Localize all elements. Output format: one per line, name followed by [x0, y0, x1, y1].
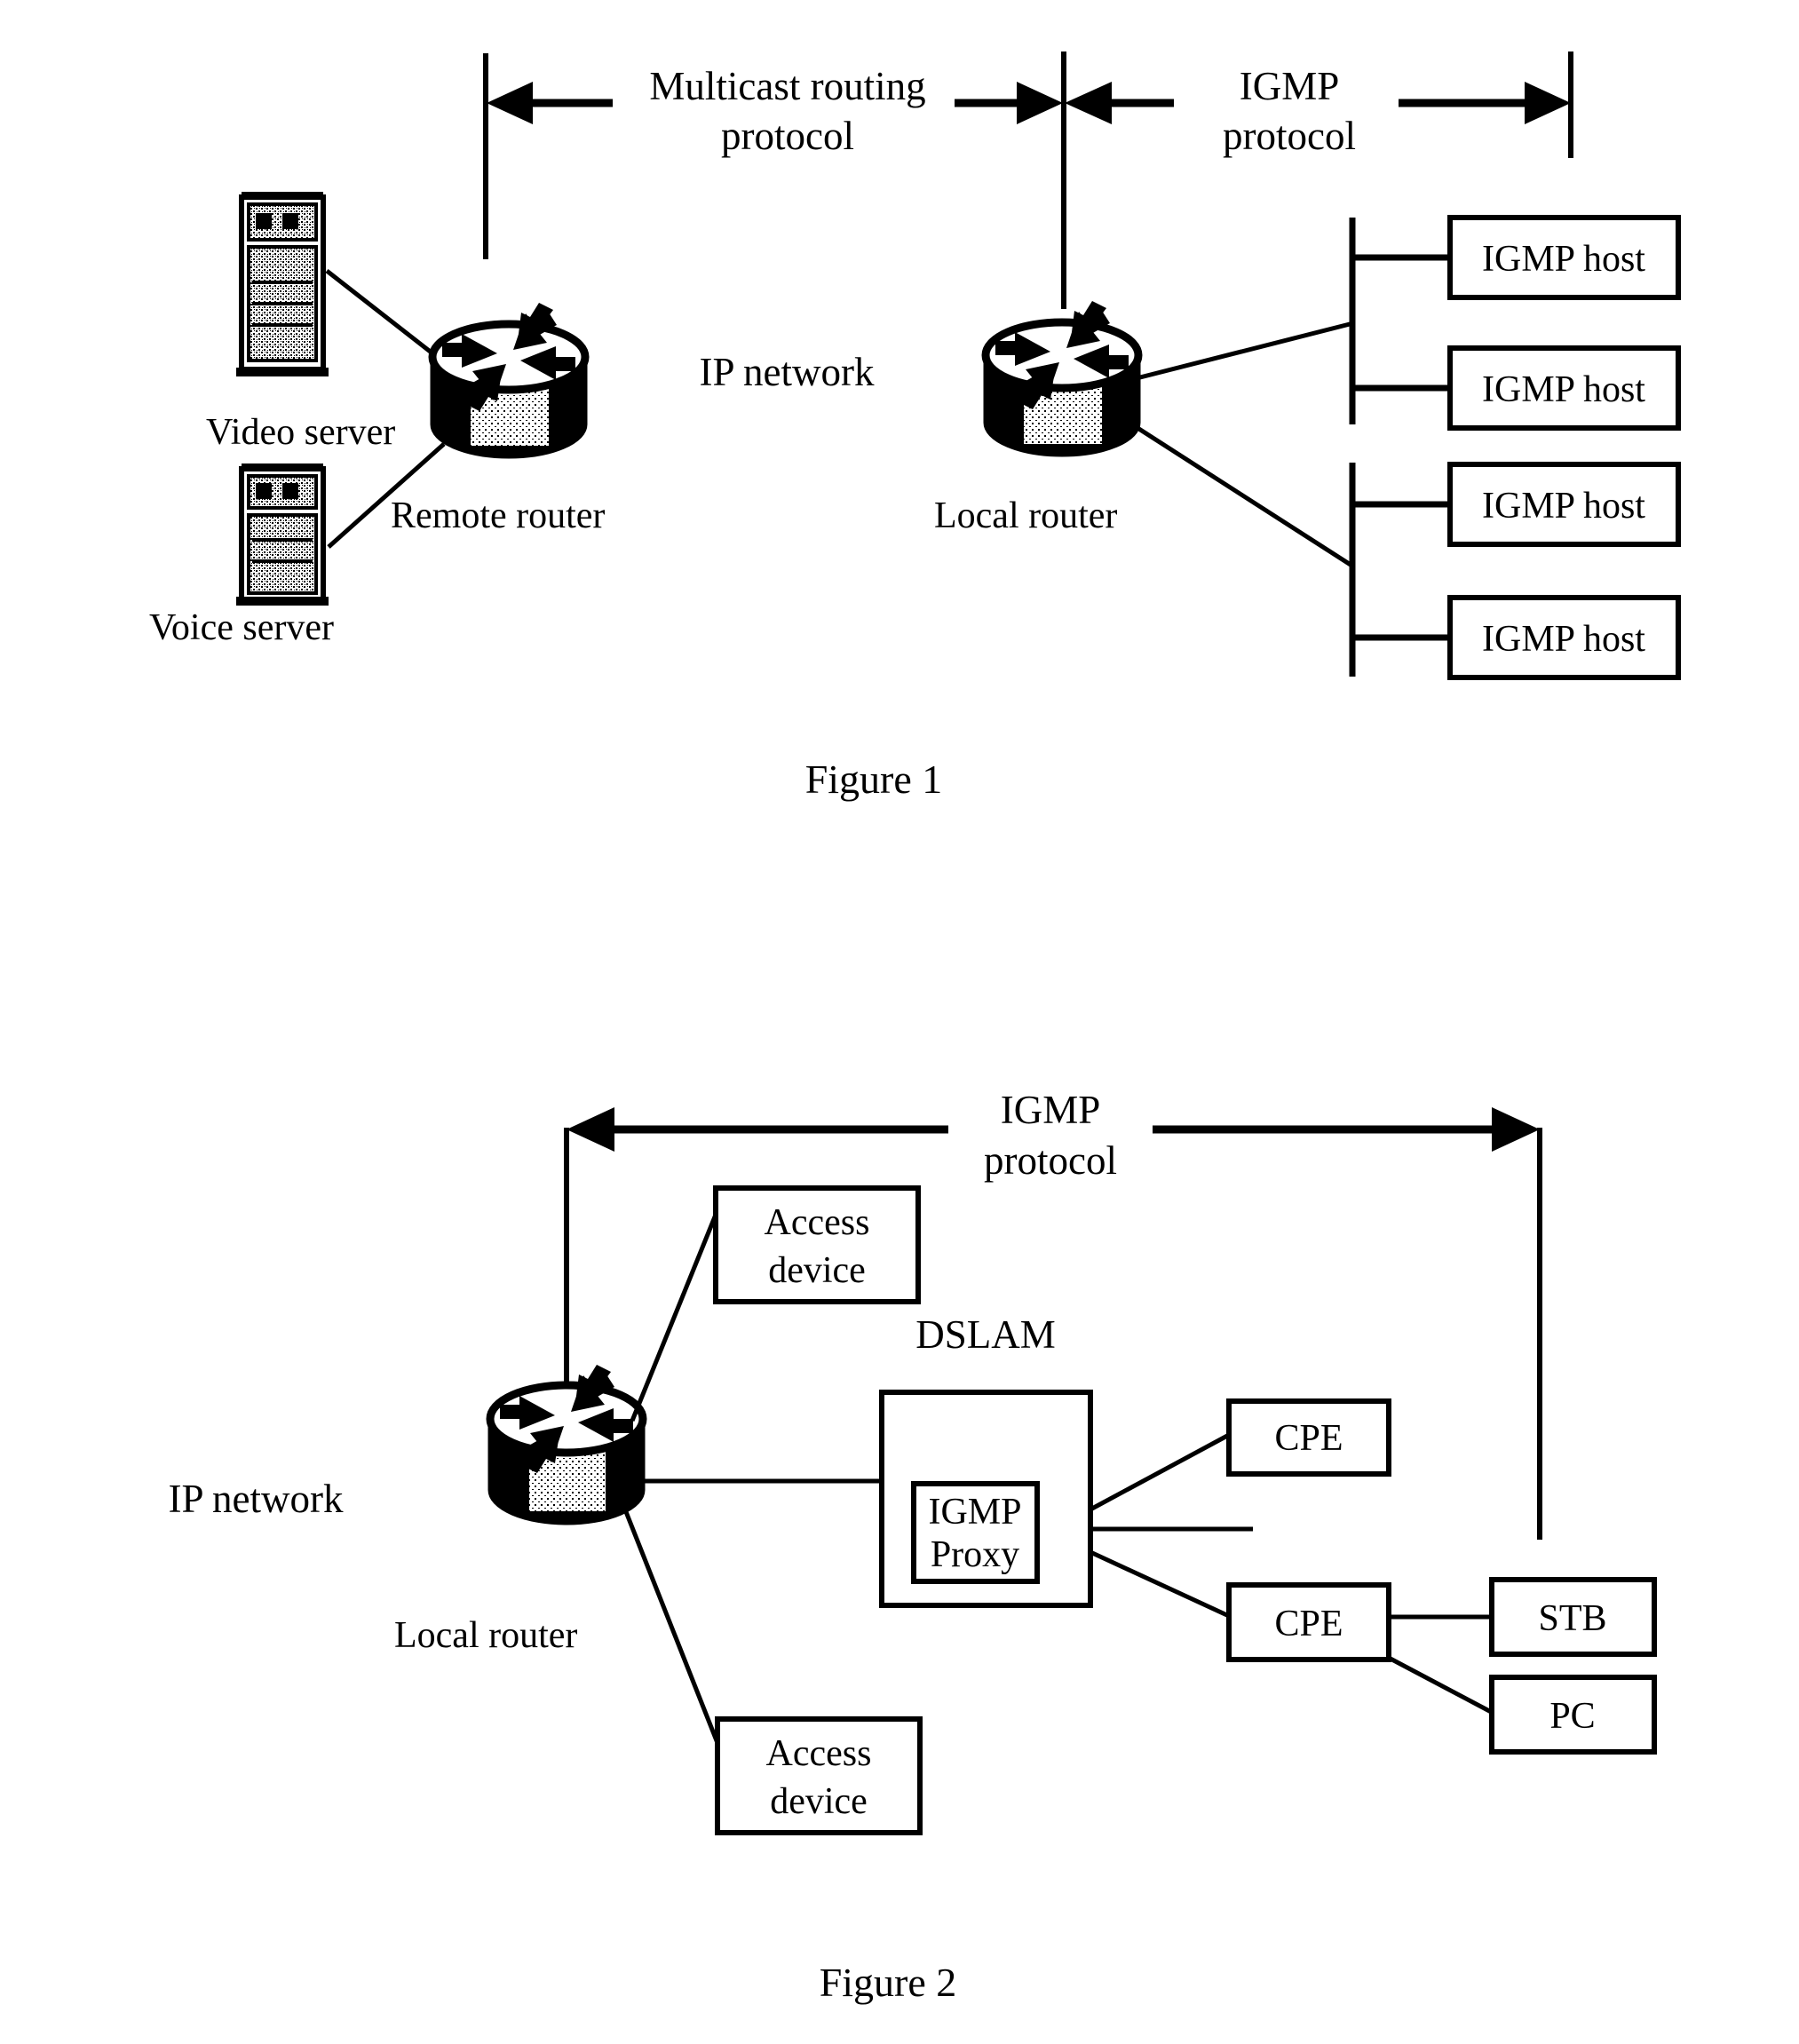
figure-2-caption: Figure 2 [820, 1960, 957, 2005]
voice-server-drive-bay-2 [282, 483, 298, 499]
access-device-top-label-line1: Access [765, 1202, 870, 1243]
router-cylinder-icon-local-fig2 [486, 1365, 647, 1525]
link-router-to-access-device-top [630, 1214, 718, 1422]
igmp-host-box-3-label: IGMP host [1482, 486, 1645, 527]
stb-box: STB [1489, 1577, 1657, 1657]
cpe-box-top: CPE [1226, 1398, 1391, 1477]
pc-box: PC [1489, 1675, 1657, 1755]
igmp-proxy-label-line2: Proxy [931, 1534, 1019, 1575]
access-device-bottom-label-line1: Access [766, 1733, 872, 1774]
igmp-host-box-1: IGMP host [1447, 215, 1681, 300]
igmp-span-right-arrowhead-fig2 [1492, 1107, 1540, 1152]
figures-canvas: Multicast routing protocol IGMP protocol [100, 51, 1681, 2005]
igmp-protocol-label-line1-fig2: IGMP [1001, 1088, 1101, 1132]
cpe-bottom-label: CPE [1274, 1604, 1343, 1644]
igmp-proxy-label-line1: IGMP [928, 1492, 1021, 1533]
access-device-bottom-label-line2: device [770, 1781, 868, 1822]
video-server-base [236, 368, 329, 376]
cpe-box-bottom: CPE [1226, 1582, 1391, 1662]
video-server-drive-bay-2 [282, 213, 298, 229]
multicast-protocol-label-line2: protocol [721, 114, 854, 158]
igmp-host-box-1-label: IGMP host [1482, 239, 1645, 280]
link-router-to-access-device-bottom [619, 1500, 720, 1744]
link-dslam-to-cpe-top [1089, 1432, 1231, 1512]
patent-figure-page: Multicast routing protocol IGMP protocol [0, 0, 1799, 2044]
access-device-box-top: Access device [713, 1185, 921, 1304]
igmp-host-box-2-label: IGMP host [1482, 369, 1645, 410]
igmp-span-right-arrowhead [1525, 82, 1571, 124]
igmp-span-left-arrowhead-fig2 [567, 1107, 614, 1152]
network-cloud-icon-fig1: IP network [630, 271, 925, 437]
video-server-label: Video server [206, 412, 395, 453]
ip-network-label-fig1: IP network [699, 350, 875, 394]
ip-network-label-fig2: IP network [168, 1477, 344, 1521]
figure-1: Multicast routing protocol IGMP protocol [149, 51, 1681, 802]
video-server-top-cap [242, 192, 323, 200]
link-cpe-to-pc [1385, 1654, 1496, 1716]
dslam-label: DSLAM [915, 1312, 1056, 1357]
router-cylinder-icon-local-fig1 [981, 301, 1143, 457]
local-router-label-fig1: Local router [934, 495, 1117, 536]
igmp-span-left-arrowhead [1065, 82, 1112, 124]
stb-label: STB [1538, 1598, 1606, 1639]
igmp-host-box-4-label: IGMP host [1482, 619, 1645, 660]
multicast-span-right-arrowhead [1017, 82, 1063, 124]
multicast-span-left-arrowhead [487, 82, 533, 124]
voice-server-top-cap [242, 463, 323, 471]
link-local-router-to-bus-lower [1133, 424, 1355, 569]
voice-server-body-texture [247, 513, 318, 595]
cpe-top-label: CPE [1274, 1418, 1343, 1459]
local-router-label-fig2: Local router [394, 1615, 577, 1656]
igmp-proxy-box: IGMP Proxy [911, 1481, 1040, 1584]
figure-1-caption: Figure 1 [805, 757, 943, 802]
igmp-protocol-label-line1-fig1: IGMP [1240, 64, 1340, 108]
host-bus-lower [1349, 463, 1450, 677]
server-tower-icon-video [236, 192, 329, 376]
video-server-drive-bay-1 [256, 213, 272, 229]
network-cloud-icon-fig2: IP network [100, 1417, 380, 1575]
igmp-host-box-3: IGMP host [1447, 462, 1681, 547]
igmp-protocol-label-line2-fig2: protocol [984, 1138, 1117, 1183]
igmp-host-box-2: IGMP host [1447, 345, 1681, 431]
dslam-box: IGMP Proxy [879, 1390, 1093, 1608]
host-bus-upper [1349, 218, 1450, 424]
remote-router-label: Remote router [391, 495, 605, 536]
access-device-box-bottom: Access device [715, 1716, 923, 1835]
pc-label: PC [1549, 1696, 1595, 1737]
figure-2: IGMP protocol IP network Local router Ac… [100, 1088, 1657, 2005]
voice-server-drive-bay-1 [256, 483, 272, 499]
router-cylinder-icon-remote [428, 303, 590, 459]
access-device-top-label-line2: device [768, 1250, 866, 1291]
voice-server-base [236, 597, 329, 606]
igmp-protocol-label-line2-fig1: protocol [1223, 114, 1356, 158]
link-local-router-to-bus-upper [1136, 321, 1354, 381]
server-tower-icon-voice [236, 463, 329, 606]
link-dslam-to-cpe-bottom [1089, 1549, 1231, 1619]
voice-server-label: Voice server [149, 607, 334, 648]
igmp-host-box-4: IGMP host [1447, 595, 1681, 680]
multicast-protocol-label-line1: Multicast routing [649, 64, 925, 108]
